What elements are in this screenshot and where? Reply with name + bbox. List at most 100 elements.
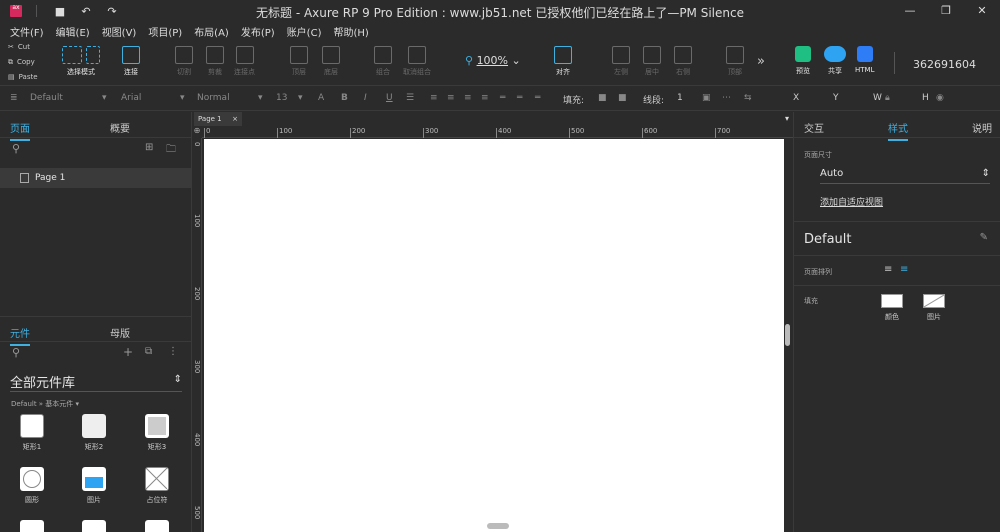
tab-interactions[interactable]: 交互	[804, 120, 824, 135]
menu-edit[interactable]: 编辑(E)	[56, 24, 90, 39]
edit-style-icon[interactable]: ✎	[980, 232, 988, 243]
text-justify-icon[interactable]: ≡	[481, 93, 489, 103]
shadow-icon[interactable]: ■	[618, 93, 627, 103]
valign-middle-icon[interactable]: ═	[517, 93, 522, 103]
tab-outline[interactable]: 概要	[110, 120, 130, 135]
page-tab[interactable]: Page 1 ×	[194, 112, 242, 126]
more-tools-button[interactable]: »	[757, 54, 765, 69]
library-icon[interactable]: ⧉	[145, 346, 152, 357]
copy-button[interactable]: ⧉ Copy	[8, 55, 56, 70]
font-select[interactable]: Arial	[121, 93, 141, 103]
chevron-down-icon[interactable]: ▾	[785, 114, 789, 123]
fill-color-button[interactable]: 颜色	[880, 294, 904, 322]
italic-icon[interactable]: I	[364, 93, 367, 103]
stroke-style-icon[interactable]: ⋯	[722, 93, 731, 103]
paint-icon[interactable]: ≣	[10, 93, 18, 103]
save-icon[interactable]: ■	[47, 5, 73, 18]
menu-account[interactable]: 账户(C)	[287, 24, 322, 39]
align-button[interactable]: 对齐	[554, 46, 572, 77]
list-icon[interactable]: ☰	[406, 93, 414, 103]
search-icon[interactable]: ⚲	[12, 142, 20, 155]
align-top-button[interactable]: 顶部	[726, 46, 744, 77]
connect-point-button[interactable]: 连接点	[234, 46, 255, 77]
bring-to-front-button[interactable]: 顶层	[290, 46, 308, 77]
align-right-button[interactable]: 右侧	[674, 46, 692, 77]
close-icon[interactable]: ×	[232, 112, 238, 126]
ungroup-button[interactable]: 取消组合	[403, 46, 431, 77]
widget-placeholder[interactable]: 占位符	[137, 467, 177, 505]
page-size-select[interactable]: Auto ⇕	[820, 168, 990, 184]
page-list-item[interactable]: Page 1	[0, 168, 191, 188]
fill-color-swatch[interactable]: ■	[598, 93, 607, 103]
tab-pages[interactable]: 页面	[10, 120, 30, 141]
ruler-corner-icon[interactable]: ⊕	[192, 126, 202, 138]
align-center-page-icon[interactable]: ≡	[900, 264, 908, 275]
connect-button[interactable]: 连接	[122, 46, 140, 77]
widget-partial[interactable]	[74, 520, 114, 532]
menu-arrange[interactable]: 布局(A)	[194, 24, 229, 39]
select-mode-button[interactable]: 选择模式	[62, 46, 100, 77]
weight-select[interactable]: Normal	[197, 93, 230, 103]
widget-partial[interactable]	[137, 520, 177, 532]
add-page-icon[interactable]: ⊞	[145, 142, 153, 153]
stroke-width-field[interactable]: 1	[677, 93, 683, 103]
bold-icon[interactable]: B	[341, 93, 348, 103]
vertical-scrollbar[interactable]	[785, 324, 790, 346]
widget-circle[interactable]: 圆形	[12, 467, 52, 505]
underline-icon[interactable]: U	[386, 93, 393, 103]
more-icon[interactable]: ⋮	[168, 346, 178, 357]
widget-rect2[interactable]: 矩形2	[74, 414, 114, 452]
account-label[interactable]: 362691604	[913, 58, 976, 71]
menu-file[interactable]: 文件(F)	[10, 24, 44, 39]
add-folder-icon[interactable]: 🗀︎	[166, 142, 176, 159]
html-button[interactable]: HTML	[855, 46, 874, 74]
cut-tool-button[interactable]: 切割	[175, 46, 193, 77]
tab-widgets[interactable]: 元件	[10, 325, 30, 346]
undo-icon[interactable]: ↶	[73, 5, 99, 18]
minimize-icon[interactable]: —	[892, 0, 928, 22]
horizontal-scrollbar[interactable]	[487, 523, 509, 529]
align-center-button[interactable]: 居中	[643, 46, 661, 77]
add-adaptive-view-link[interactable]: 添加自适应视图	[820, 195, 883, 208]
group-button[interactable]: 组合	[374, 46, 392, 77]
widget-rect3[interactable]: 矩形3	[137, 414, 177, 452]
widget-rect1[interactable]: 矩形1	[12, 414, 52, 452]
search-icon[interactable]: ⚲	[12, 346, 20, 359]
arrow-style-icon[interactable]: ⇆	[744, 93, 752, 103]
share-button[interactable]: 共享	[824, 46, 846, 76]
menu-publish[interactable]: 发布(P)	[241, 24, 275, 39]
menu-help[interactable]: 帮助(H)	[333, 24, 368, 39]
design-canvas[interactable]	[204, 139, 784, 532]
paste-button[interactable]: ▤ Paste	[8, 70, 56, 85]
align-left-button[interactable]: 左侧	[612, 46, 630, 77]
cut-button[interactable]: ✂ Cut	[8, 40, 56, 55]
library-select[interactable]: 全部元件库 ⇕	[10, 372, 182, 392]
lock-icon[interactable]: 🔒︎	[885, 93, 890, 103]
widget-image[interactable]: 图片	[74, 467, 114, 505]
tab-style[interactable]: 样式	[888, 120, 908, 141]
widget-partial[interactable]	[12, 520, 52, 532]
redo-icon[interactable]: ↷	[99, 5, 125, 18]
eye-icon[interactable]: ◉	[936, 93, 944, 103]
font-size-select[interactable]: 13	[276, 93, 287, 103]
align-left-page-icon[interactable]: ≡	[884, 264, 892, 275]
valign-top-icon[interactable]: ═	[500, 93, 505, 103]
style-select[interactable]: Default	[30, 93, 63, 103]
add-library-icon[interactable]: +	[123, 345, 133, 359]
text-align-center-icon[interactable]: ≡	[447, 93, 455, 103]
close-icon[interactable]: ✕	[964, 0, 1000, 22]
tab-notes[interactable]: 说明	[972, 120, 992, 135]
library-breadcrumb[interactable]: Default » 基本元件 ▾	[11, 399, 192, 409]
maximize-icon[interactable]: ❐	[928, 0, 964, 22]
text-color-icon[interactable]: A	[318, 93, 324, 103]
text-align-left-icon[interactable]: ≡	[430, 93, 438, 103]
menu-view[interactable]: 视图(V)	[102, 24, 137, 39]
menu-project[interactable]: 项目(P)	[148, 24, 182, 39]
crop-button[interactable]: 剪裁	[206, 46, 224, 77]
text-align-right-icon[interactable]: ≡	[464, 93, 472, 103]
tab-masters[interactable]: 母版	[110, 325, 130, 340]
send-to-back-button[interactable]: 底层	[322, 46, 340, 77]
zoom-select[interactable]: ⚲ 100% ⌄	[465, 54, 521, 67]
preview-button[interactable]: 预览	[795, 46, 811, 76]
fill-image-button[interactable]: 图片	[922, 294, 946, 322]
